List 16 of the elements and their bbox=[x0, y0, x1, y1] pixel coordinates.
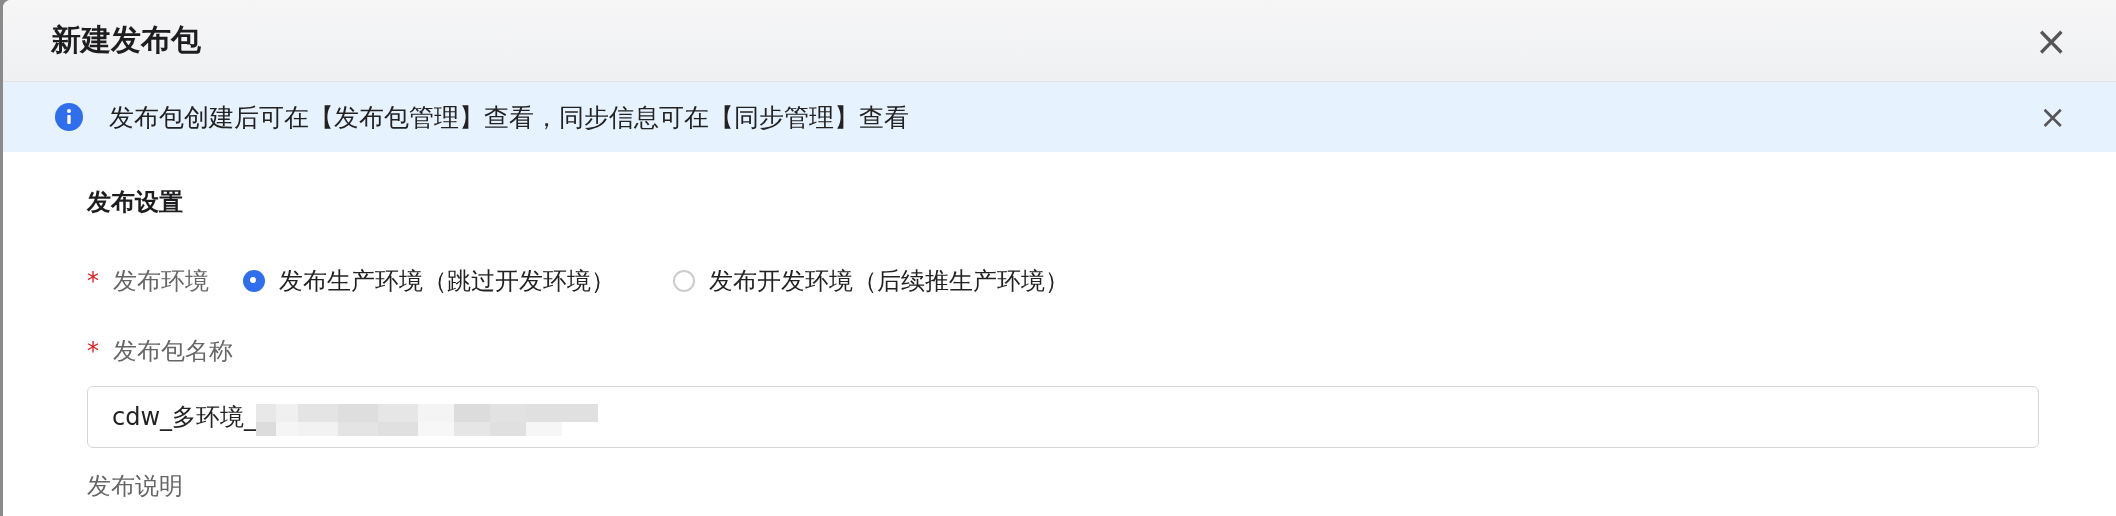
section-title: 发布设置 bbox=[87, 187, 184, 218]
close-button[interactable]: × bbox=[2039, 101, 2066, 133]
radio-label[interactable]: 发布开发环境（后续推生产环境） bbox=[709, 265, 1069, 297]
field-label: 发布包名称 bbox=[113, 336, 233, 367]
radio-label[interactable]: 发布生产环境（跳过开发环境） bbox=[279, 265, 615, 297]
field-label: 发布环境 bbox=[113, 266, 209, 297]
input-field[interactable]: cdw_多环境_ bbox=[87, 386, 2039, 448]
close-button[interactable]: × bbox=[2034, 20, 2068, 61]
info-icon bbox=[55, 103, 83, 131]
radio-button[interactable] bbox=[673, 270, 695, 292]
field-label: 发布说明 bbox=[87, 471, 183, 502]
required-mark: * bbox=[87, 267, 99, 295]
dialog-title: 新建发布包 bbox=[51, 21, 201, 59]
required-mark: * bbox=[87, 337, 99, 365]
alert-message: 发布包创建后可在【发布包管理】查看，同步信息可在【同步管理】查看 bbox=[109, 101, 909, 134]
radio-button[interactable] bbox=[243, 270, 265, 292]
